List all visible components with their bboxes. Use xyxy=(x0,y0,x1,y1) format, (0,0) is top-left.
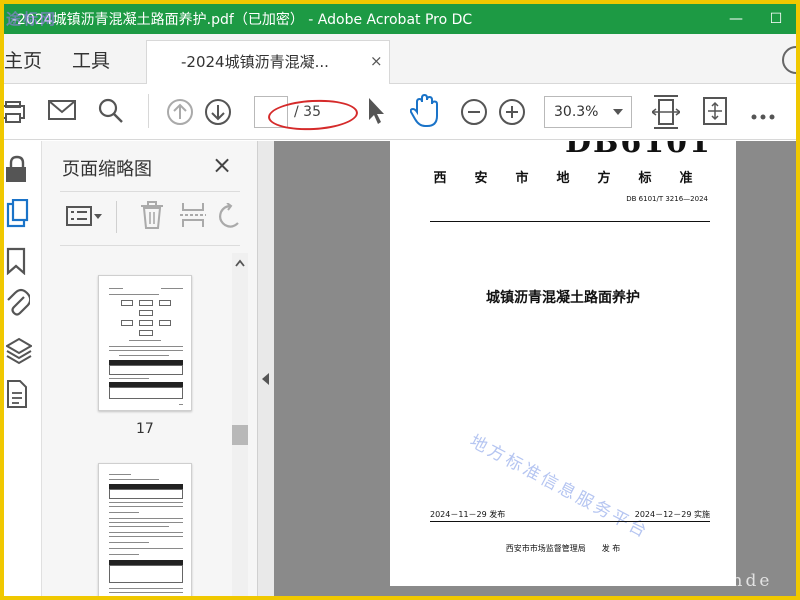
main-toolbar: / 35 30.3% xyxy=(4,84,796,140)
zoom-level-value: 30.3% xyxy=(554,104,599,120)
publish-date: 2024－11－29 发布 xyxy=(430,510,506,519)
page-thumbnail-17[interactable] xyxy=(98,275,192,411)
tab-document[interactable]: -2024城镇沥青混凝... xyxy=(146,40,390,84)
scroll-up-icon[interactable] xyxy=(235,257,245,270)
pdf-page: DB6101 西安市地方标准 DB 6101/T 3216—2024 城镇沥青混… xyxy=(390,141,736,586)
document-viewport[interactable]: DB6101 西安市地方标准 DB 6101/T 3216—2024 城镇沥青混… xyxy=(274,141,796,596)
scrollbar-thumb[interactable] xyxy=(232,425,248,445)
minimize-button[interactable]: — xyxy=(716,4,756,34)
maximize-button[interactable]: ☐ xyxy=(756,4,796,34)
panel-title: 页面缩略图 xyxy=(62,159,152,180)
thumbnail-options-icon[interactable] xyxy=(66,205,104,231)
zoom-out-icon[interactable] xyxy=(460,98,488,130)
collapse-arrow-icon xyxy=(262,373,269,385)
zoom-in-icon[interactable] xyxy=(498,98,526,130)
print-icon[interactable] xyxy=(4,100,26,128)
panel-collapse-handle[interactable] xyxy=(258,141,274,596)
standard-number: DB 6101/T 3216—2024 xyxy=(626,195,708,203)
previous-page-icon[interactable] xyxy=(166,98,194,130)
zoom-level-dropdown[interactable]: 30.3% xyxy=(544,96,632,128)
bookmark-icon[interactable] xyxy=(6,247,26,279)
page-thumbnails-icon[interactable] xyxy=(6,198,32,233)
title-bar: -2024城镇沥青混凝土路面养护.pdf（已加密） - Adobe Acroba… xyxy=(4,4,796,34)
footer-rule xyxy=(430,521,710,522)
delete-page-icon[interactable] xyxy=(140,201,164,233)
acrobat-window: -2024城镇沥青混凝土路面养护.pdf（已加密） - Adobe Acroba… xyxy=(4,4,796,596)
issuing-authority: 西安市市场监督管理局 发 布 xyxy=(505,544,621,553)
thumbnail-page-label: 17 xyxy=(136,421,154,437)
lock-icon[interactable] xyxy=(6,155,28,187)
toolbar-divider xyxy=(116,201,118,237)
help-icon[interactable] xyxy=(782,46,796,74)
layers-icon[interactable] xyxy=(5,337,33,369)
tab-close-button[interactable]: × xyxy=(370,52,383,70)
full-screen-icon[interactable] xyxy=(702,96,728,130)
panel-divider xyxy=(60,191,240,192)
tab-row: 主页 工具 -2024城镇沥青混凝... × xyxy=(4,34,796,84)
attachment-icon[interactable] xyxy=(6,287,32,321)
search-icon[interactable] xyxy=(98,98,124,128)
document-title: 城镇沥青混凝土路面养护 xyxy=(486,290,640,306)
platform-watermark: 地方标准信息服务平台 xyxy=(466,431,653,543)
window-title: -2024城镇沥青混凝土路面养护.pdf（已加密） - Adobe Acroba… xyxy=(12,12,473,28)
site-watermark: www.cnde xyxy=(660,571,773,591)
rotate-page-icon[interactable] xyxy=(218,202,242,233)
page-thumbnails-panel: 页面缩略图 × 17 xyxy=(42,141,258,596)
header-rule xyxy=(430,221,710,222)
panel-divider xyxy=(60,245,240,246)
next-page-icon[interactable] xyxy=(204,98,232,130)
implement-date: 2024－12－29 实施 xyxy=(634,510,710,519)
toolbar-divider xyxy=(148,94,149,128)
insert-page-icon[interactable] xyxy=(180,201,206,233)
panel-close-button[interactable]: × xyxy=(212,151,232,179)
hand-tool-icon[interactable] xyxy=(409,93,440,132)
chevron-down-icon xyxy=(613,109,623,115)
page-thumbnail-18[interactable] xyxy=(98,463,192,596)
more-options-icon[interactable] xyxy=(750,106,776,125)
tab-document-label: -2024城镇沥青混凝... xyxy=(181,53,329,71)
fit-page-icon[interactable] xyxy=(650,94,682,134)
tab-tools[interactable]: 工具 xyxy=(72,46,110,73)
document-info-icon[interactable] xyxy=(6,379,28,413)
left-navigation-rail xyxy=(4,141,42,596)
tab-home[interactable]: 主页 xyxy=(4,46,42,73)
standard-heading: 西安市地方标准 xyxy=(433,171,721,186)
select-cursor-icon[interactable] xyxy=(366,96,386,130)
email-icon[interactable] xyxy=(48,98,76,126)
standard-code-header: DB6101 xyxy=(565,141,712,160)
